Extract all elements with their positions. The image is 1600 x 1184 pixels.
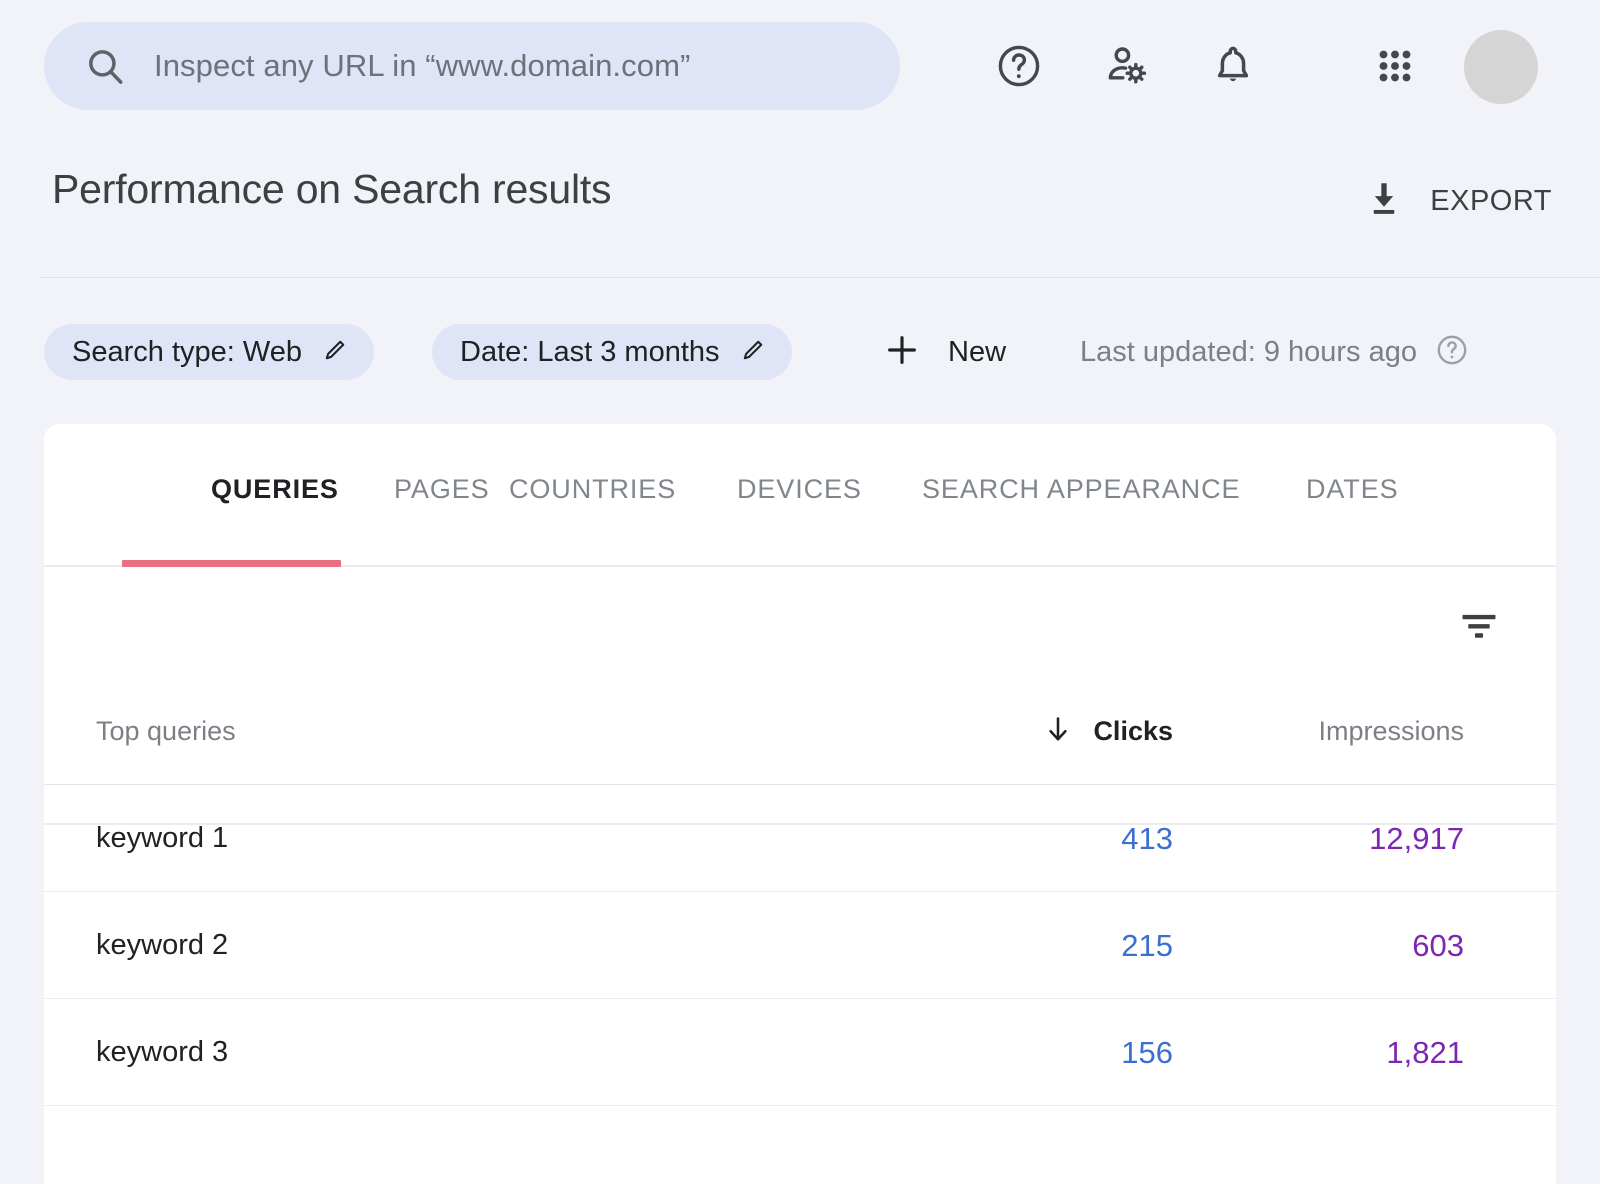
search-icon bbox=[84, 45, 126, 87]
cell-clicks: 156 bbox=[913, 999, 1173, 1106]
tab-queries[interactable]: QUERIES bbox=[211, 474, 339, 505]
new-filter-label: New bbox=[948, 336, 1006, 369]
cell-clicks: 413 bbox=[913, 785, 1173, 892]
filters-bar: Search type: Web Date: Last 3 months New… bbox=[0, 300, 1600, 408]
filter-list-icon[interactable] bbox=[1450, 597, 1508, 655]
tab-countries[interactable]: COUNTRIES bbox=[509, 474, 676, 505]
cell-query: keyword 3 bbox=[96, 999, 228, 1106]
filter-chip-date[interactable]: Date: Last 3 months bbox=[432, 324, 792, 380]
filter-chip-date-label: Date: Last 3 months bbox=[460, 336, 720, 369]
filter-chip-search-type[interactable]: Search type: Web bbox=[44, 324, 374, 380]
table-row[interactable]: keyword 3 156 1,821 bbox=[44, 999, 1556, 1106]
header-divider bbox=[40, 277, 1600, 278]
card-tabs: QUERIES PAGES COUNTRIES DEVICES SEARCH A… bbox=[44, 424, 1556, 571]
page-header: Performance on Search results EXPORT bbox=[0, 160, 1600, 278]
apps-grid-icon[interactable] bbox=[1365, 36, 1425, 96]
table-toolbar bbox=[44, 571, 1556, 677]
column-header-top-queries[interactable]: Top queries bbox=[96, 678, 236, 785]
last-updated: Last updated: 9 hours ago bbox=[1080, 324, 1469, 380]
top-bar: Inspect any URL in “www.domain.com” bbox=[0, 0, 1600, 132]
pencil-edit-icon[interactable] bbox=[320, 335, 350, 370]
cell-impressions: 12,917 bbox=[1174, 785, 1464, 892]
new-filter-button[interactable]: New bbox=[868, 324, 1020, 380]
help-icon[interactable] bbox=[989, 36, 1049, 96]
plus-icon bbox=[882, 330, 922, 375]
arrow-down-icon bbox=[1041, 712, 1075, 751]
help-circle-icon[interactable] bbox=[1435, 333, 1469, 372]
table-row[interactable]: keyword 1 413 12,917 bbox=[44, 785, 1556, 892]
table-header-row: Top queries Clicks Impressions bbox=[44, 678, 1556, 785]
tab-devices[interactable]: DEVICES bbox=[737, 474, 862, 505]
column-header-impressions[interactable]: Impressions bbox=[1174, 678, 1464, 785]
tab-dates[interactable]: DATES bbox=[1306, 474, 1399, 505]
avatar[interactable] bbox=[1464, 30, 1538, 104]
search-input-placeholder[interactable]: Inspect any URL in “www.domain.com” bbox=[154, 48, 690, 84]
pencil-edit-icon[interactable] bbox=[738, 335, 768, 370]
download-icon bbox=[1362, 177, 1406, 226]
top-queries-table: Top queries Clicks Impressions bbox=[44, 678, 1556, 1106]
tab-pages[interactable]: PAGES bbox=[394, 474, 490, 505]
last-updated-text: Last updated: 9 hours ago bbox=[1080, 336, 1417, 369]
cell-clicks: 215 bbox=[913, 892, 1173, 999]
performance-card: QUERIES PAGES COUNTRIES DEVICES SEARCH A… bbox=[44, 424, 1556, 1184]
filter-chip-search-type-label: Search type: Web bbox=[72, 336, 302, 369]
url-inspection-search-bar[interactable]: Inspect any URL in “www.domain.com” bbox=[44, 22, 900, 110]
notifications-bell-icon[interactable] bbox=[1203, 36, 1263, 96]
cell-query: keyword 2 bbox=[96, 892, 228, 999]
table-row[interactable]: keyword 2 215 603 bbox=[44, 892, 1556, 999]
export-button[interactable]: EXPORT bbox=[1362, 172, 1552, 230]
cell-impressions: 603 bbox=[1174, 892, 1464, 999]
export-label: EXPORT bbox=[1430, 185, 1552, 218]
account-settings-icon[interactable] bbox=[1096, 36, 1156, 96]
column-header-clicks[interactable]: Clicks bbox=[913, 678, 1173, 785]
cell-impressions: 1,821 bbox=[1174, 999, 1464, 1106]
active-tab-indicator bbox=[122, 560, 341, 567]
cell-query: keyword 1 bbox=[96, 785, 228, 892]
page-title: Performance on Search results bbox=[52, 166, 611, 213]
tab-search-appearance[interactable]: SEARCH APPEARANCE bbox=[922, 474, 1240, 505]
top-bar-actions bbox=[965, 22, 1565, 110]
